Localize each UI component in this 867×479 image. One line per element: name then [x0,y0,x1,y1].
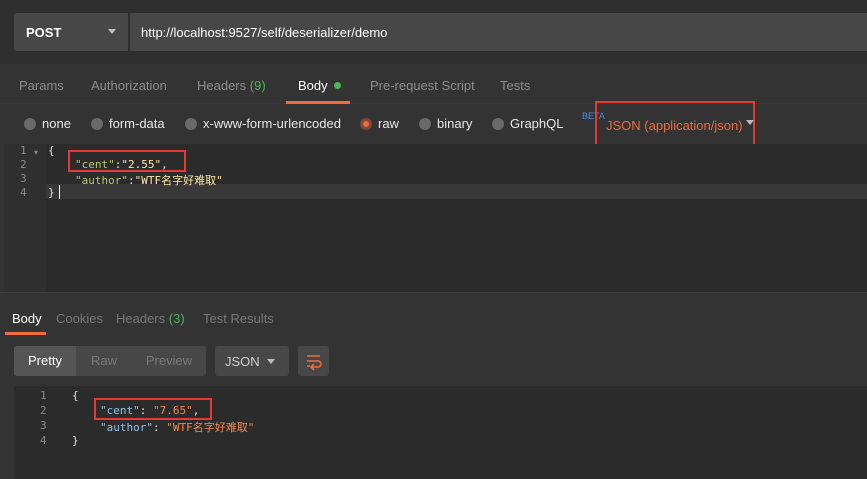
method-select[interactable]: POST [14,13,128,51]
code-brace-open: { [48,144,55,157]
content-type-select[interactable]: JSON (application/json) [595,101,755,147]
tab-headers-label: Headers [116,311,166,326]
line-number: 3 [40,419,47,432]
active-tab-indicator [5,332,46,335]
wrap-lines-button[interactable] [298,346,329,376]
json-value: "WTF名字好难取" [134,174,223,187]
wrap-lines-icon [307,355,322,371]
tab-authorization[interactable]: Authorization [91,78,167,93]
tab-cookies[interactable]: Cookies [56,311,103,326]
json-colon: : [127,174,135,187]
code-brace-close: } [72,434,79,447]
highlight-box-response-cent [94,398,212,420]
request-bar: POST http://localhost:9527/self/deserial… [0,0,867,64]
tab-response-headers[interactable]: Headers (3) [116,311,185,326]
response-tabs: Body Cookies Headers (3) Test Results [0,300,867,336]
modified-dot-icon [333,82,341,89]
radio-label: x-www-form-urlencoded [203,116,341,131]
radio-x-www-form-urlencoded[interactable]: x-www-form-urlencoded [185,116,341,131]
view-mode-segmented: Pretty Raw Preview [14,346,206,376]
radio-label: form-data [109,116,165,131]
fold-arrow-icon[interactable]: ▾ [34,148,38,157]
radio-circle-icon [91,118,103,130]
code-line-author: "author":"WTF名字好难取" [75,172,223,188]
tab-pre-request-script[interactable]: Pre-request Script [370,78,475,93]
tab-body-label: Body [298,78,328,93]
chevron-down-icon [267,359,275,364]
pane-divider[interactable] [0,292,867,300]
tab-test-results[interactable]: Test Results [203,311,274,326]
method-label: POST [26,25,62,40]
line-gutter: 1 2 3 4 [14,386,56,479]
radio-label: raw [378,116,399,131]
radio-label: none [42,116,71,131]
chevron-down-icon [746,120,754,125]
text-cursor [59,185,60,199]
code-line-author: "author": "WTF名字好难取" [100,419,254,435]
url-input[interactable]: http://localhost:9527/self/deserializer/… [130,13,867,51]
json-colon: : [152,421,167,434]
preview-button[interactable]: Preview [132,346,206,376]
line-number: 3 [20,172,27,185]
line-gutter: 1 ▾ 2 3 4 [4,144,46,292]
radio-graphql[interactable]: GraphQL BETA [492,111,605,131]
pretty-button[interactable]: Pretty [14,346,76,376]
radio-label: binary [437,116,473,131]
radio-raw[interactable]: raw [360,116,399,131]
content-type-label: JSON (application/json) [606,118,743,133]
line-number: 4 [40,434,47,447]
json-value: "WTF名字好难取" [166,421,255,434]
line-number: 1 [20,144,27,157]
tab-body[interactable]: Body [298,78,341,93]
radio-form-data[interactable]: form-data [91,116,165,131]
format-label: JSON [225,354,260,369]
request-tabs: Params Authorization Headers (9) Body Pr… [0,64,867,104]
line-number: 1 [40,389,47,402]
radio-selected-icon [360,118,372,130]
radio-none[interactable]: none [24,116,71,131]
radio-circle-icon [185,118,197,130]
tab-headers-label: Headers [197,78,247,93]
json-key: "author" [100,421,153,434]
code-brace-close: } [48,186,55,199]
radio-circle-icon [492,118,504,130]
highlight-box-request-cent [68,150,186,172]
tab-headers-count: (3) [168,311,185,326]
tab-headers-count: (9) [249,78,266,93]
format-select[interactable]: JSON [215,346,289,376]
url-text: http://localhost:9527/self/deserializer/… [141,25,388,40]
tab-response-body[interactable]: Body [12,311,42,326]
radio-label: GraphQL [510,116,564,131]
radio-circle-icon [419,118,431,130]
radio-circle-icon [24,118,36,130]
tab-headers[interactable]: Headers (9) [197,78,266,93]
json-key: "author" [75,174,128,187]
code-brace-open: { [72,389,79,402]
line-number: 4 [20,186,27,199]
line-number: 2 [40,404,47,417]
chevron-down-icon [108,29,116,34]
line-number: 2 [20,158,27,171]
tab-tests[interactable]: Tests [500,78,530,93]
tab-params[interactable]: Params [19,78,64,93]
radio-binary[interactable]: binary [419,116,472,131]
raw-button[interactable]: Raw [76,346,132,376]
